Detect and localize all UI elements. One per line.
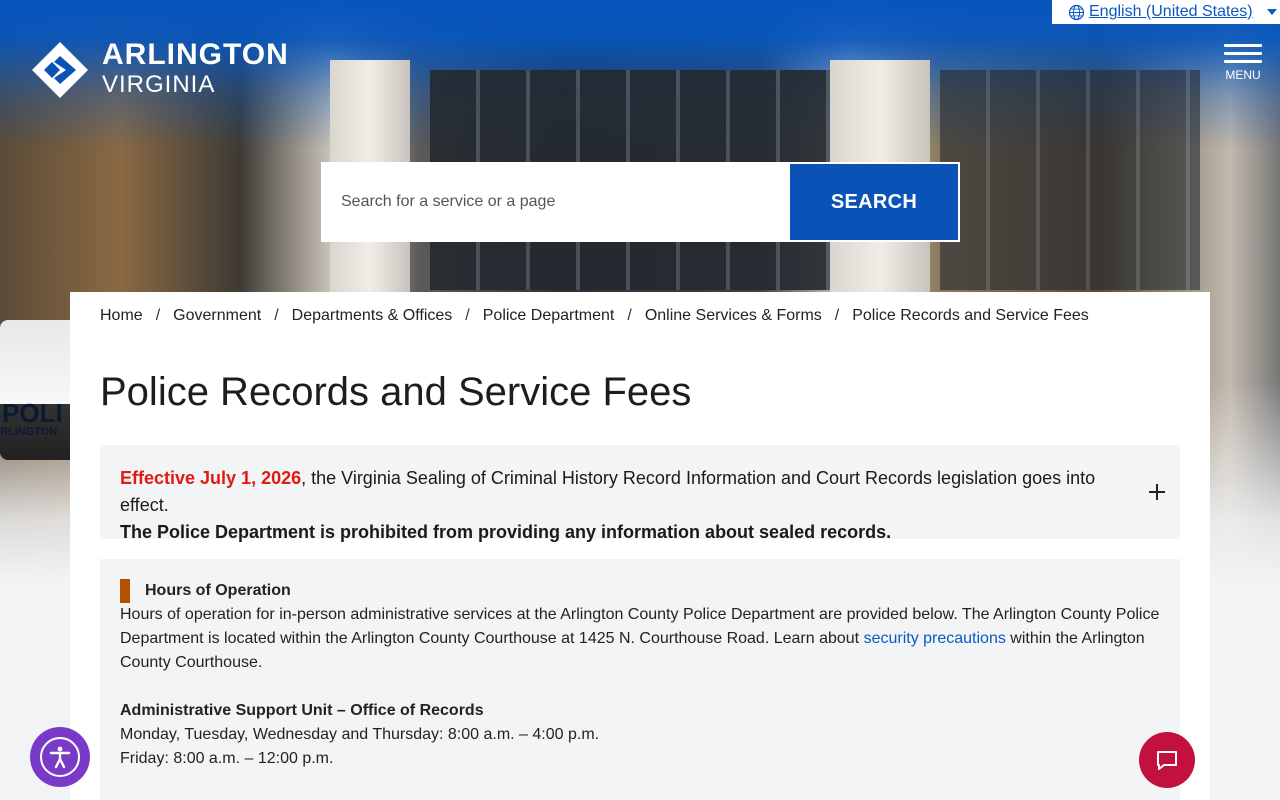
schedule-friday: Friday: 8:00 a.m. – 12:00 p.m. xyxy=(120,750,334,767)
search-button[interactable]: SEARCH xyxy=(788,162,960,242)
alert-text: Effective July 1, 2026, the Virginia Sea… xyxy=(120,465,1120,519)
menu-button[interactable]: MENU xyxy=(1224,44,1262,82)
breadcrumb-government[interactable]: Government xyxy=(173,307,261,325)
breadcrumb-separator: / xyxy=(155,307,161,324)
breadcrumb-current: Police Records and Service Fees xyxy=(852,307,1089,324)
globe-icon xyxy=(1068,4,1085,20)
breadcrumb-police-department[interactable]: Police Department xyxy=(483,307,615,325)
chat-button[interactable] xyxy=(1139,732,1195,788)
page-title: Police Records and Service Fees xyxy=(100,370,692,414)
search-input[interactable] xyxy=(321,162,788,242)
logo-subtitle: VIRGINIA xyxy=(102,71,216,98)
alert-banner[interactable]: Effective July 1, 2026, the Virginia Sea… xyxy=(100,445,1180,542)
chevron-down-icon[interactable] xyxy=(1266,9,1277,15)
language-link[interactable]: English (United States) xyxy=(1089,3,1253,21)
accessibility-button[interactable] xyxy=(30,727,90,787)
breadcrumb-separator: / xyxy=(465,307,470,324)
breadcrumb-departments[interactable]: Departments & Offices xyxy=(292,307,453,325)
hours-heading: Hours of Operation xyxy=(120,579,1160,603)
security-precautions-link[interactable]: security precautions xyxy=(864,630,1006,647)
hours-intro: Hours of operation for in-person adminis… xyxy=(120,606,1160,671)
breadcrumb-separator: / xyxy=(627,307,632,324)
accessibility-icon xyxy=(40,737,80,777)
records-unit-heading: Administrative Support Unit – Office of … xyxy=(120,702,484,719)
chat-icon xyxy=(1157,751,1177,770)
breadcrumb-online-services[interactable]: Online Services & Forms xyxy=(645,307,822,325)
alert-bold-text: The Police Department is prohibited from… xyxy=(120,522,892,542)
menu-label: MENU xyxy=(1225,68,1261,82)
search-bar: SEARCH xyxy=(321,162,960,242)
logo-mark-icon xyxy=(32,42,88,98)
hours-section: Hours of Operation Hours of operation fo… xyxy=(100,559,1180,800)
section-accent-bar xyxy=(120,579,130,603)
alert-effective-date: Effective July 1, 2026 xyxy=(120,468,302,488)
hours-heading-text: Hours of Operation xyxy=(145,582,291,599)
site-logo[interactable]: ARLINGTON VIRGINIA xyxy=(30,40,289,100)
content-card: Home / Government / Departments & Office… xyxy=(70,292,1210,800)
breadcrumb-separator: / xyxy=(274,307,279,324)
breadcrumb-home[interactable]: Home xyxy=(100,307,143,325)
breadcrumb: Home / Government / Departments & Office… xyxy=(100,307,1089,325)
breadcrumb-separator: / xyxy=(834,307,840,324)
logo-title: ARLINGTON xyxy=(102,38,289,71)
hero-window xyxy=(940,70,1200,290)
schedule-weekdays: Monday, Tuesday, Wednesday and Thursday:… xyxy=(120,726,600,743)
language-selector[interactable]: English (United States) xyxy=(1052,0,1280,24)
plus-icon[interactable] xyxy=(1146,481,1168,503)
hamburger-icon xyxy=(1224,44,1262,63)
police-car-image: POLI RLINGTON xyxy=(0,320,70,460)
